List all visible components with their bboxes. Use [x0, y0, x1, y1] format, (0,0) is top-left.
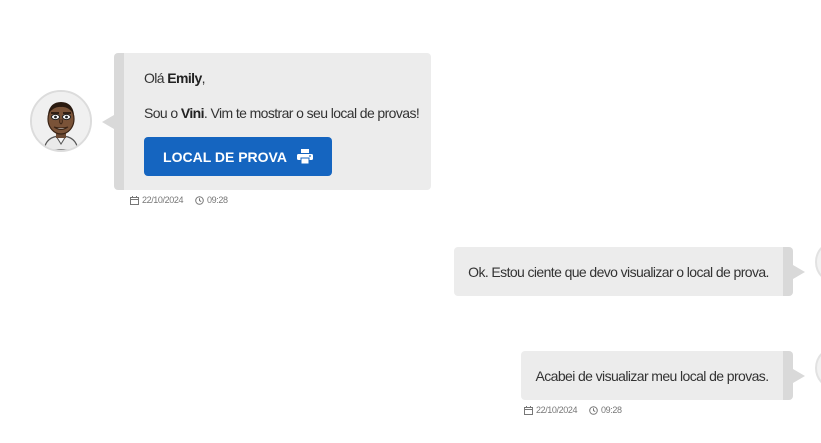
greeting-suffix: , [201, 70, 206, 86]
user-message-bubble: Ok. Estou ciente que devo visualizar o l… [454, 247, 805, 296]
bubble-tail [793, 265, 805, 279]
bubble-tail [102, 115, 114, 129]
clock-icon [195, 195, 204, 205]
button-label: LOCAL DE PROVA [163, 148, 287, 165]
user-avatar [815, 346, 821, 390]
calendar-icon [130, 195, 139, 205]
user-message-text: Ok. Estou ciente que devo visualizar o l… [468, 263, 769, 280]
intro-line: Sou o Vini. Vim te mostrar o seu local d… [144, 105, 420, 121]
greeting-line: Olá Emily, [144, 70, 206, 86]
bubble-tail [793, 369, 805, 383]
message-date: 22/10/2024 [536, 405, 578, 415]
intro-prefix: Sou o [144, 105, 181, 121]
printer-icon [296, 149, 313, 164]
user-message-text: Acabei de visualizar meu local de provas… [535, 367, 770, 384]
user-name: Emily [167, 70, 202, 86]
clock-icon [589, 405, 598, 415]
bot-avatar [30, 90, 92, 152]
bot-avatar-illustration [32, 92, 90, 150]
calendar-icon [524, 405, 533, 415]
user-message-bubble: Acabei de visualizar meu local de provas… [521, 351, 805, 400]
message-time: 09:28 [207, 195, 228, 205]
greeting-prefix: Olá [144, 70, 168, 86]
user-message-meta: 22/10/2024 09:28 [524, 405, 622, 415]
message-date: 22/10/2024 [142, 195, 184, 205]
local-de-prova-button[interactable]: LOCAL DE PROVA [144, 137, 332, 176]
message-time: 09:28 [601, 405, 622, 415]
bot-name: Vini [180, 105, 205, 121]
user-avatar [815, 240, 821, 284]
bot-message-meta: 22/10/2024 09:28 [130, 195, 228, 205]
bot-message-bubble: Olá Emily, Sou o Vini. Vim te mostrar o … [102, 53, 431, 190]
intro-suffix: . Vim te mostrar o seu local de provas! [203, 105, 420, 121]
